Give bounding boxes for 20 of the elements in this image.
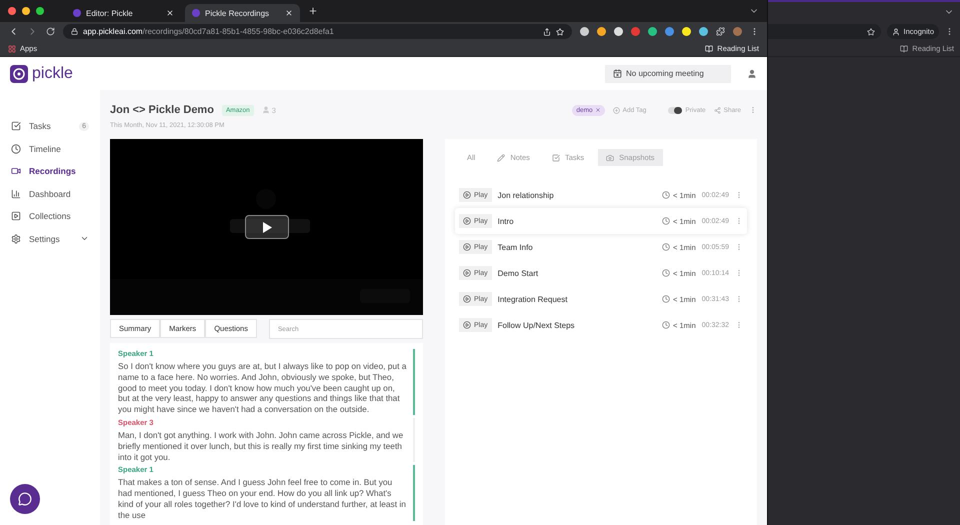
snapshot-title: Demo Start	[498, 268, 540, 278]
snapshot-title: Jon relationship	[498, 190, 555, 200]
nav-item[interactable]: Timeline	[0, 138, 100, 159]
transcript-text: So I don't know where you guys are at, but I always like to pop on video, put a name to a face here. No worries. And John, obviously we spoke, but Theo, good to meet you today. I don't know how much you've been caught up on, but at the very least, happy to answer any questions and things like that that you might have since we haven't had a conversation on the outside.	[118, 361, 407, 415]
nav-item[interactable]: Settings	[0, 228, 100, 249]
nav-item[interactable]: Recordings	[0, 161, 100, 182]
nav-item[interactable]: Dashboard	[0, 184, 100, 204]
recording-title: Jon <> Pickle Demo	[110, 104, 214, 116]
address-bar[interactable]: app.pickleai.com/recordings/80cd7a81-85b1-4855-98bc-e036c2d8efa1	[63, 24, 572, 39]
meeting-button[interactable]: No upcoming meeting	[605, 64, 731, 82]
pickle-logo: pickle	[10, 64, 73, 82]
browser-tab[interactable]: Editor: Pickle	[66, 4, 181, 22]
browser-tab[interactable]: Pickle Recordings	[185, 4, 300, 22]
snapshot-title: Team Info	[498, 242, 534, 252]
transcript-text: That makes a ton of sense. And I guess John feel free to come in. But you had mentioned, I guess Theo on your end. How do you all link up? What's kind of your all roles together? I'd love to kind of understand further, at least in the use	[118, 477, 407, 521]
snapshot-title: Follow Up/Next Steps	[498, 320, 576, 330]
snapshot-title: Intro	[498, 216, 515, 226]
snapshot-title: Integration Request	[498, 294, 568, 304]
transcript-text: Man, I don't got anything. I work with John. John came across Pickle, and we briefly mentioned it over lunch, but this is really my first time sinking my teeth into it got you.	[118, 430, 404, 462]
nav-item[interactable]: Collections	[0, 206, 100, 226]
